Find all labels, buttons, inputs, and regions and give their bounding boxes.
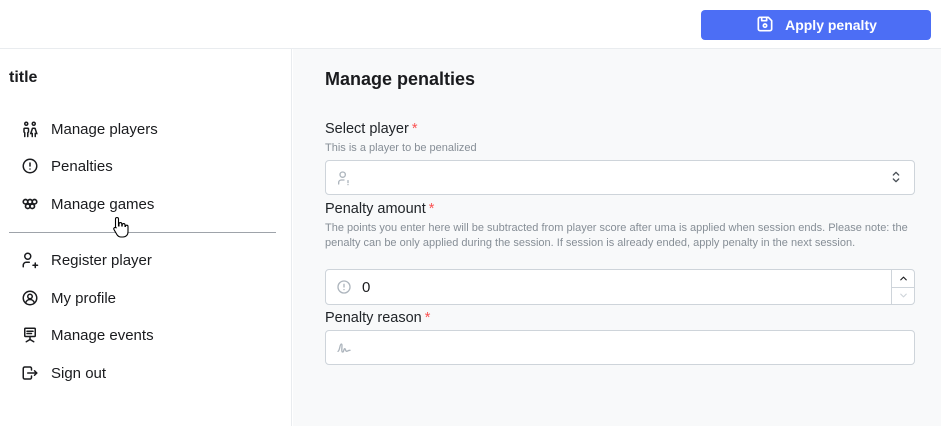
main-content: Manage penalties Select player * This is …	[293, 49, 941, 426]
sidebar-item-manage-players[interactable]: Manage players	[12, 114, 282, 144]
required-marker: *	[428, 201, 435, 217]
select-player-label-text: Select player	[325, 121, 409, 137]
sidebar: title Manage players Penalties Manage ga…	[0, 49, 292, 426]
select-player-dropdown[interactable]	[325, 160, 915, 195]
selector-chevron-icon	[888, 169, 904, 190]
chevron-up-icon	[899, 276, 907, 281]
penalty-reason-label: Penalty reason *	[325, 310, 430, 326]
number-stepper	[891, 270, 914, 304]
players-icon	[20, 119, 40, 139]
sidebar-title: title	[9, 69, 38, 86]
sidebar-item-manage-events[interactable]: Manage events	[12, 320, 282, 350]
save-icon	[755, 14, 775, 37]
signature-icon	[326, 340, 362, 356]
sidebar-item-label: Manage events	[51, 326, 154, 344]
sidebar-divider	[9, 232, 276, 233]
top-bar: Apply penalty	[0, 0, 941, 49]
page-title: Manage penalties	[325, 69, 476, 89]
penalty-amount-label-text: Penalty amount	[325, 201, 426, 217]
sidebar-item-label: Sign out	[51, 364, 107, 382]
user-circle-icon	[20, 288, 40, 308]
alert-circle-icon	[326, 279, 362, 295]
sidebar-item-label: Manage players	[51, 120, 158, 138]
increment-button[interactable]	[892, 270, 914, 287]
sidebar-item-register-player[interactable]: Register player	[12, 245, 282, 275]
sidebar-item-label: My profile	[51, 289, 117, 307]
decrement-button[interactable]	[892, 286, 914, 305]
alert-circle-icon	[20, 156, 40, 176]
sidebar-item-sign-out[interactable]: Sign out	[12, 358, 282, 388]
select-player-label: Select player *	[325, 121, 417, 137]
apply-penalty-button[interactable]: Apply penalty	[701, 10, 931, 40]
penalty-amount-input[interactable]: 0	[325, 269, 915, 305]
sidebar-item-manage-games[interactable]: Manage games	[12, 189, 282, 219]
sidebar-item-label: Register player	[51, 251, 152, 269]
penalty-amount-value: 0	[362, 278, 371, 296]
penalty-reason-label-text: Penalty reason	[325, 310, 422, 326]
sidebar-item-label: Penalties	[51, 157, 113, 175]
penalty-amount-label: Penalty amount *	[325, 201, 434, 217]
penalty-reason-input[interactable]	[325, 330, 915, 365]
sidebar-item-label: Manage games	[51, 195, 155, 213]
select-player-description: This is a player to be penalized	[325, 142, 477, 154]
logout-icon	[20, 363, 40, 383]
apply-penalty-label: Apply penalty	[785, 17, 877, 33]
required-marker: *	[424, 310, 431, 326]
user-plus-icon	[20, 250, 40, 270]
required-marker: *	[411, 121, 418, 137]
games-icon	[20, 194, 40, 214]
events-icon	[20, 325, 40, 345]
chevron-down-icon	[899, 293, 907, 298]
sidebar-item-my-profile[interactable]: My profile	[12, 283, 282, 313]
hand-pointer-cursor	[112, 216, 130, 238]
sidebar-item-penalties[interactable]: Penalties	[12, 151, 282, 181]
penalty-amount-description: The points you enter here will be subtra…	[325, 222, 908, 249]
user-icon	[326, 170, 362, 186]
